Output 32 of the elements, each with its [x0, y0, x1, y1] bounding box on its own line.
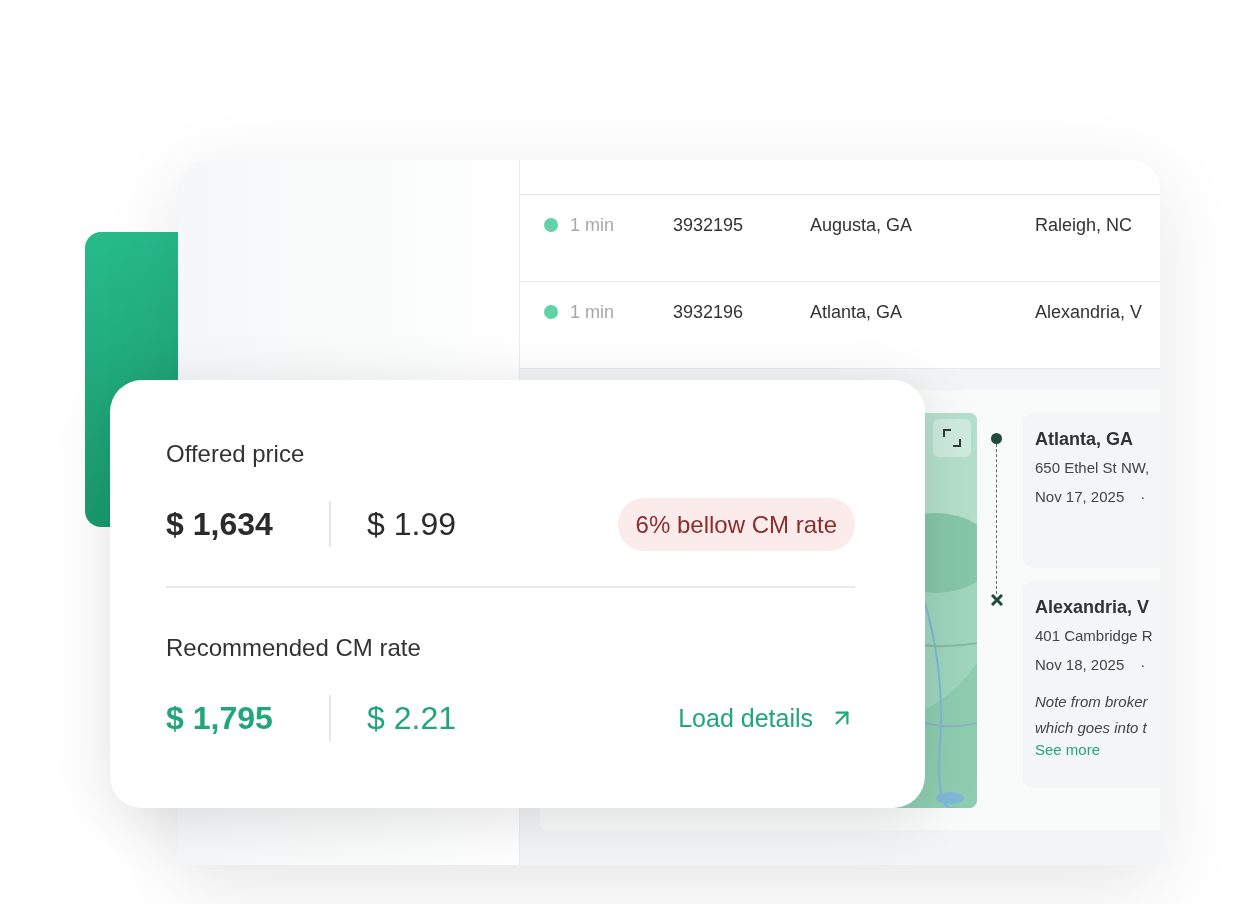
- separator-dot: ·: [1140, 656, 1146, 673]
- stop-date: Nov 18, 2025: [1035, 656, 1125, 673]
- pickup-dot: [991, 433, 1002, 444]
- table-cell-text: Atlanta, GA: [810, 302, 904, 323]
- recommended-per-mile: $ 2.21: [367, 699, 457, 737]
- offered-total: $ 1,634: [166, 505, 274, 543]
- offered-price-label: Offered price: [166, 440, 306, 468]
- expand-icon[interactable]: [933, 419, 971, 457]
- stop-city: Alexandria, V: [1035, 597, 1151, 618]
- broker-note: which goes into t: [1035, 718, 1148, 738]
- stop-city: Atlanta, GA: [1035, 429, 1134, 450]
- cross-icon: [991, 594, 1003, 606]
- table-cell-text: 1 min: [570, 215, 615, 236]
- table-cell-text: 1 min: [570, 302, 615, 323]
- table-cell-text: Alexandria, V: [1035, 302, 1144, 323]
- see-more-link[interactable]: See more: [1035, 741, 1101, 758]
- stop-address: 650 Ethel St NW,: [1035, 459, 1151, 476]
- broker-note: Note from broker: [1035, 692, 1149, 712]
- stop-address: 401 Cambridge R: [1035, 627, 1154, 644]
- table-cell-text: 3932196: [673, 302, 745, 323]
- recommended-rate-label: Recommended CM rate: [166, 634, 422, 662]
- table-cell-text: 3932195: [673, 215, 745, 236]
- separator-dot: ·: [1140, 488, 1146, 505]
- table-cell-text: Raleigh, NC: [1035, 215, 1134, 236]
- status-dot: [544, 305, 558, 319]
- stop-date: Nov 17, 2025: [1035, 488, 1125, 505]
- offered-per-mile: $ 1.99: [367, 505, 457, 543]
- recommended-total: $ 1,795: [166, 699, 274, 737]
- status-dot: [544, 218, 558, 232]
- rate-badge: 6% bellow CM rate: [617, 497, 855, 551]
- table-cell-text: Augusta, GA: [810, 215, 914, 236]
- load-details-link[interactable]: Load details: [678, 703, 855, 733]
